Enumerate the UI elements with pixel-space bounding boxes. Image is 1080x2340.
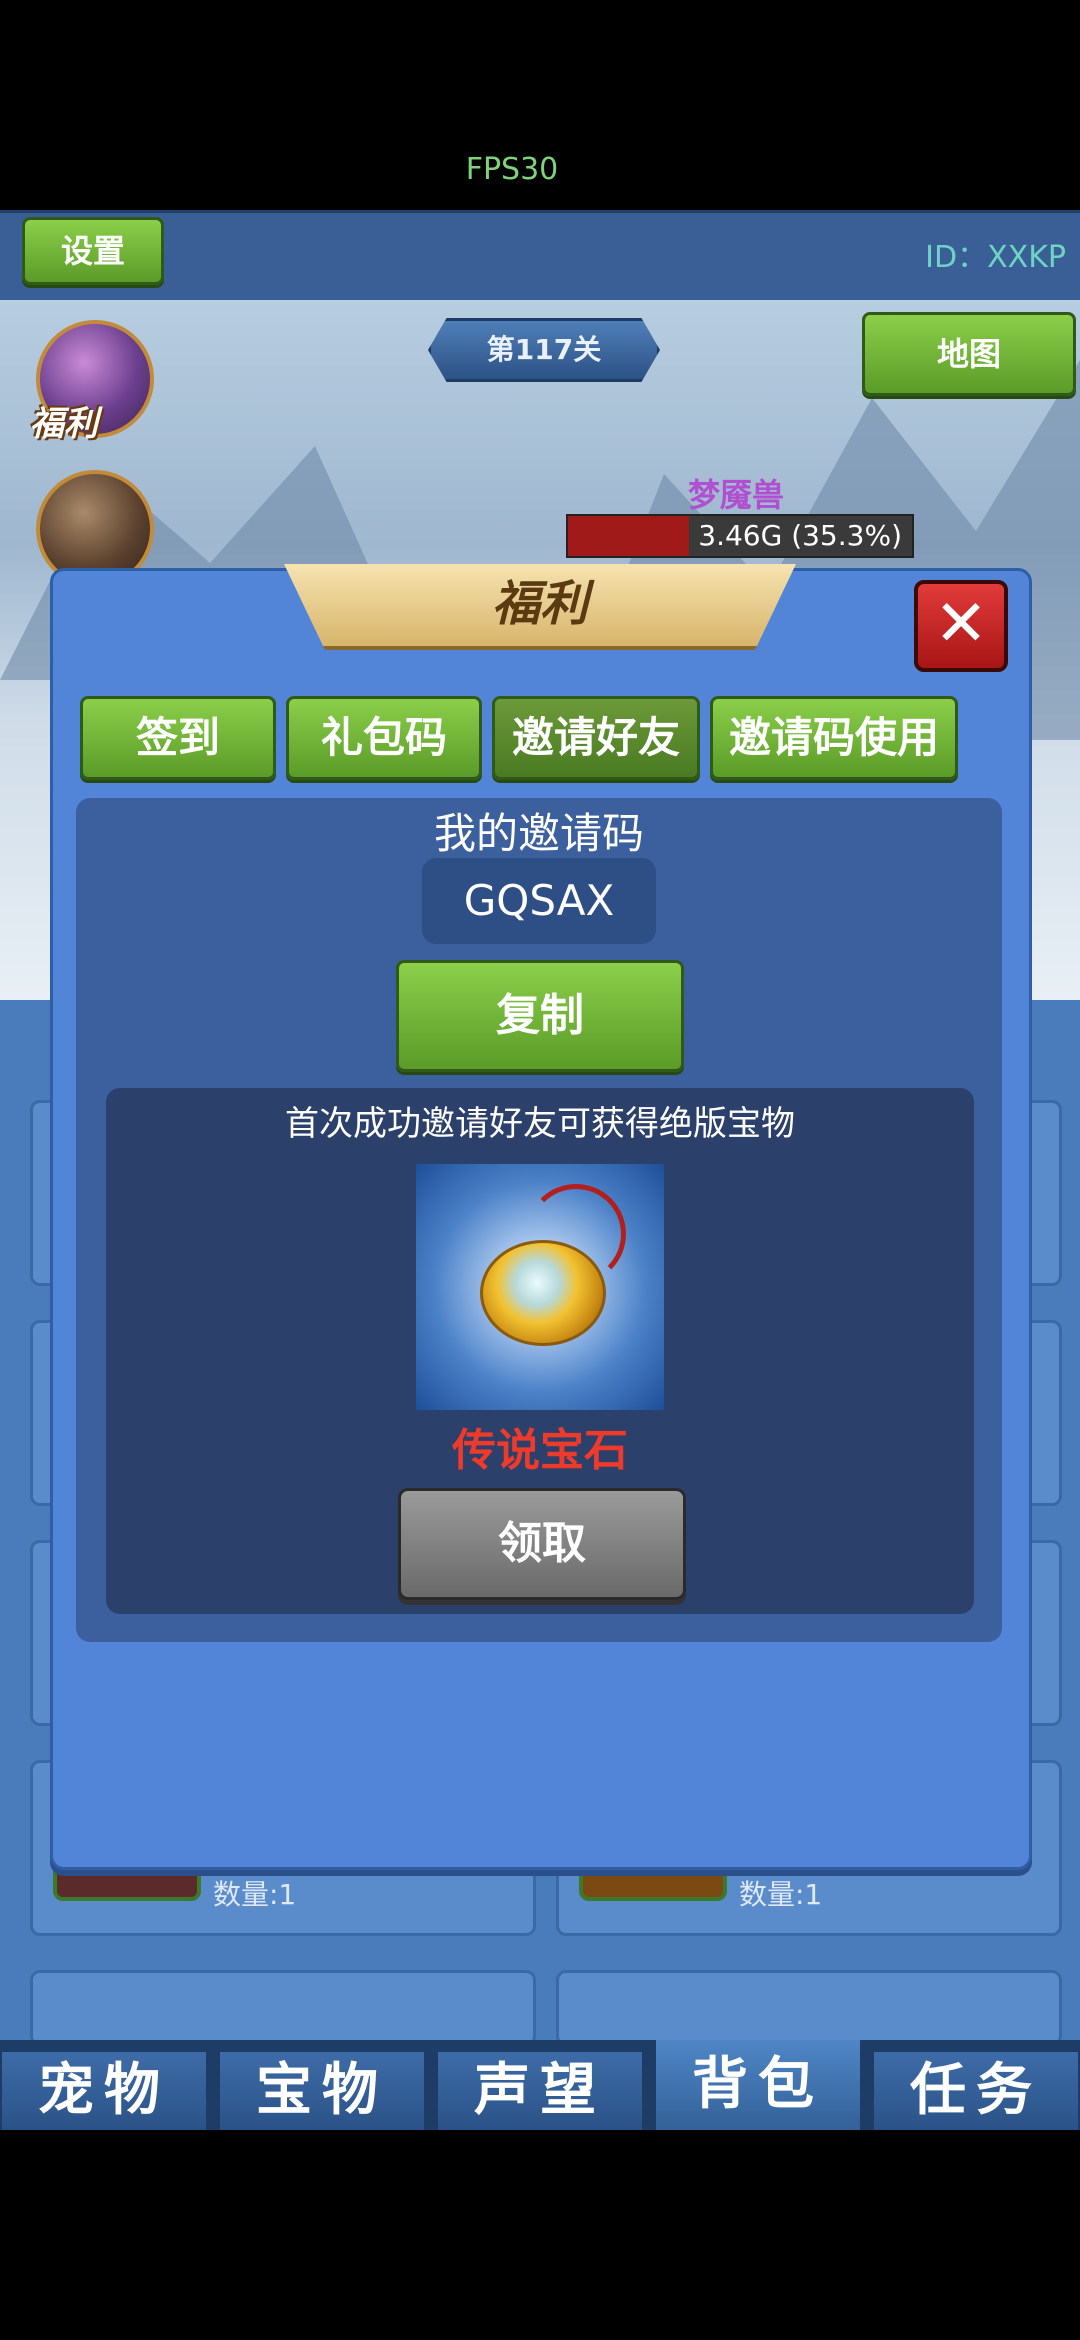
- nav-tab-treasures[interactable]: 宝物: [220, 2052, 424, 2130]
- close-icon[interactable]: ✕: [914, 580, 1008, 672]
- item-quantity: 数量:1: [739, 1878, 823, 1911]
- claim-button[interactable]: 领取: [398, 1488, 686, 1600]
- tab-invite-friends[interactable]: 邀请好友: [492, 696, 700, 780]
- hp-text: 3.46G (35.3%): [698, 519, 902, 552]
- monster-hp-bar: 3.46G (35.3%): [566, 514, 914, 558]
- tab-use-invite-code[interactable]: 邀请码使用: [710, 696, 958, 780]
- nav-tab-backpack[interactable]: 背包: [656, 2040, 860, 2130]
- tab-sign-in[interactable]: 签到: [80, 696, 276, 780]
- nav-tab-tasks[interactable]: 任务: [874, 2052, 1078, 2130]
- tab-gift-code[interactable]: 礼包码: [286, 696, 482, 780]
- monster-name: 梦魇兽: [688, 476, 785, 514]
- my-invite-code-label: 我的邀请码: [433, 809, 644, 858]
- dialog-title: 福利: [284, 564, 796, 650]
- inventory-card[interactable]: [556, 1970, 1062, 2046]
- reward-item-name: 传说宝石: [452, 1425, 628, 1476]
- fps-counter: FPS30: [465, 152, 559, 187]
- copy-button[interactable]: 复制: [396, 960, 684, 1072]
- item-quantity: 数量:1: [213, 1878, 297, 1911]
- settings-button[interactable]: 设置: [22, 217, 164, 285]
- nav-tab-pets[interactable]: 宠物: [2, 2052, 206, 2130]
- stage-banner: 第117关: [428, 318, 660, 382]
- welfare-label: 福利: [30, 404, 98, 444]
- invite-code-value: GQSAX: [422, 858, 656, 944]
- nav-tab-reputation[interactable]: 声望: [438, 2052, 642, 2130]
- inventory-card[interactable]: [30, 1970, 536, 2046]
- map-button[interactable]: 地图: [862, 312, 1076, 396]
- legendary-gem-icon: [416, 1164, 664, 1410]
- reward-description: 首次成功邀请好友可获得绝版宝物: [285, 1104, 795, 1144]
- gem-stone: [480, 1240, 606, 1346]
- player-id: ID：XXKP: [925, 240, 1066, 275]
